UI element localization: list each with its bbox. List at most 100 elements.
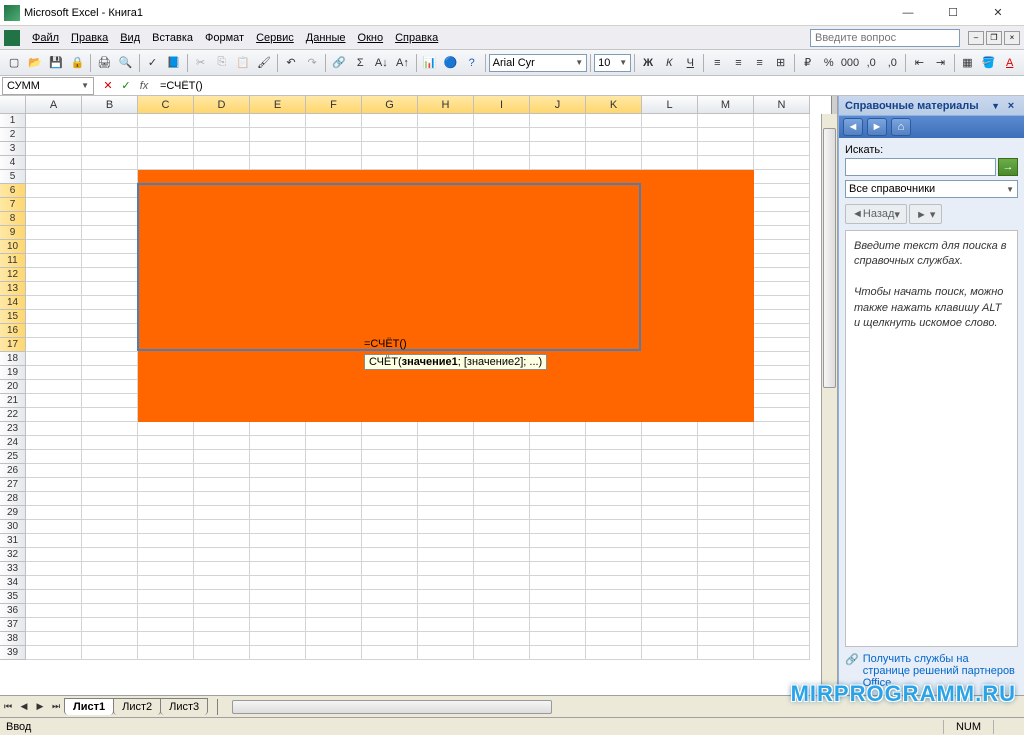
cell[interactable] [82, 226, 138, 240]
row-header-10[interactable]: 10 [0, 240, 26, 254]
row-header-28[interactable]: 28 [0, 492, 26, 506]
cell[interactable] [82, 548, 138, 562]
doc-close[interactable]: × [1004, 31, 1020, 45]
cell[interactable] [754, 366, 810, 380]
cell[interactable] [26, 604, 82, 618]
cell[interactable] [250, 492, 306, 506]
row-header-29[interactable]: 29 [0, 506, 26, 520]
cell[interactable] [194, 520, 250, 534]
cell[interactable] [642, 128, 698, 142]
cell[interactable] [642, 478, 698, 492]
cell[interactable] [698, 604, 754, 618]
cell[interactable] [138, 478, 194, 492]
column-header-A[interactable]: A [26, 96, 82, 114]
cell[interactable] [138, 618, 194, 632]
cell[interactable] [26, 562, 82, 576]
cell[interactable] [530, 548, 586, 562]
cell[interactable] [82, 576, 138, 590]
cell[interactable] [250, 562, 306, 576]
cell[interactable] [586, 534, 642, 548]
cell[interactable] [26, 226, 82, 240]
cell[interactable] [82, 380, 138, 394]
cell[interactable] [250, 156, 306, 170]
cell[interactable] [362, 450, 418, 464]
cell[interactable] [306, 464, 362, 478]
row-header-19[interactable]: 19 [0, 366, 26, 380]
cell[interactable] [474, 632, 530, 646]
cell[interactable] [250, 646, 306, 660]
cell[interactable] [26, 198, 82, 212]
row-header-33[interactable]: 33 [0, 562, 26, 576]
cell[interactable] [82, 366, 138, 380]
cell[interactable] [194, 604, 250, 618]
cell[interactable] [194, 576, 250, 590]
save-icon[interactable]: 💾 [46, 52, 66, 74]
cell[interactable] [754, 114, 810, 128]
cell[interactable] [586, 478, 642, 492]
cell[interactable] [418, 422, 474, 436]
cell[interactable] [26, 170, 82, 184]
cell[interactable] [754, 338, 810, 352]
cell[interactable] [642, 464, 698, 478]
cell[interactable] [642, 450, 698, 464]
cell[interactable] [194, 436, 250, 450]
cell[interactable] [642, 562, 698, 576]
cell[interactable] [26, 184, 82, 198]
cell[interactable] [474, 506, 530, 520]
cell[interactable] [698, 618, 754, 632]
cell[interactable] [530, 450, 586, 464]
cell[interactable] [26, 422, 82, 436]
cell[interactable] [82, 646, 138, 660]
cell[interactable] [26, 492, 82, 506]
cell[interactable] [194, 478, 250, 492]
row-header-9[interactable]: 9 [0, 226, 26, 240]
cell[interactable] [418, 436, 474, 450]
row-header-20[interactable]: 20 [0, 380, 26, 394]
cell[interactable] [362, 632, 418, 646]
cell[interactable] [194, 506, 250, 520]
cell[interactable] [586, 632, 642, 646]
column-header-N[interactable]: N [754, 96, 810, 114]
row-header-21[interactable]: 21 [0, 394, 26, 408]
sources-dropdown[interactable]: Все справочники▼ [845, 180, 1018, 198]
cell[interactable] [306, 534, 362, 548]
cell[interactable] [362, 520, 418, 534]
cell[interactable] [250, 450, 306, 464]
cell[interactable] [194, 548, 250, 562]
row-header-12[interactable]: 12 [0, 268, 26, 282]
cell[interactable] [26, 632, 82, 646]
cell[interactable] [138, 142, 194, 156]
cell[interactable] [698, 590, 754, 604]
cell[interactable] [754, 240, 810, 254]
sort-desc-icon[interactable]: A↑ [392, 52, 412, 74]
cell[interactable] [642, 534, 698, 548]
cell[interactable] [250, 604, 306, 618]
cell[interactable] [418, 534, 474, 548]
cell[interactable] [754, 142, 810, 156]
cell[interactable] [586, 590, 642, 604]
cell[interactable] [250, 548, 306, 562]
cell[interactable] [82, 604, 138, 618]
cell[interactable] [306, 548, 362, 562]
merge-center-icon[interactable]: ⊞ [771, 52, 791, 74]
cell[interactable] [418, 646, 474, 660]
maximize-button[interactable]: ☐ [931, 2, 975, 24]
cell[interactable] [754, 352, 810, 366]
cell[interactable] [754, 128, 810, 142]
cell[interactable] [26, 310, 82, 324]
cell[interactable] [474, 478, 530, 492]
help-icon[interactable]: ? [462, 52, 482, 74]
cell[interactable] [82, 450, 138, 464]
row-header-3[interactable]: 3 [0, 142, 26, 156]
cell[interactable] [474, 492, 530, 506]
print-preview-icon[interactable]: 🔍 [115, 52, 135, 74]
cell[interactable] [474, 604, 530, 618]
cell[interactable] [642, 436, 698, 450]
column-header-L[interactable]: L [642, 96, 698, 114]
cell[interactable] [586, 506, 642, 520]
open-icon[interactable]: 📂 [25, 52, 45, 74]
row-header-31[interactable]: 31 [0, 534, 26, 548]
cell[interactable] [418, 464, 474, 478]
cell[interactable] [754, 604, 810, 618]
cell[interactable] [474, 114, 530, 128]
